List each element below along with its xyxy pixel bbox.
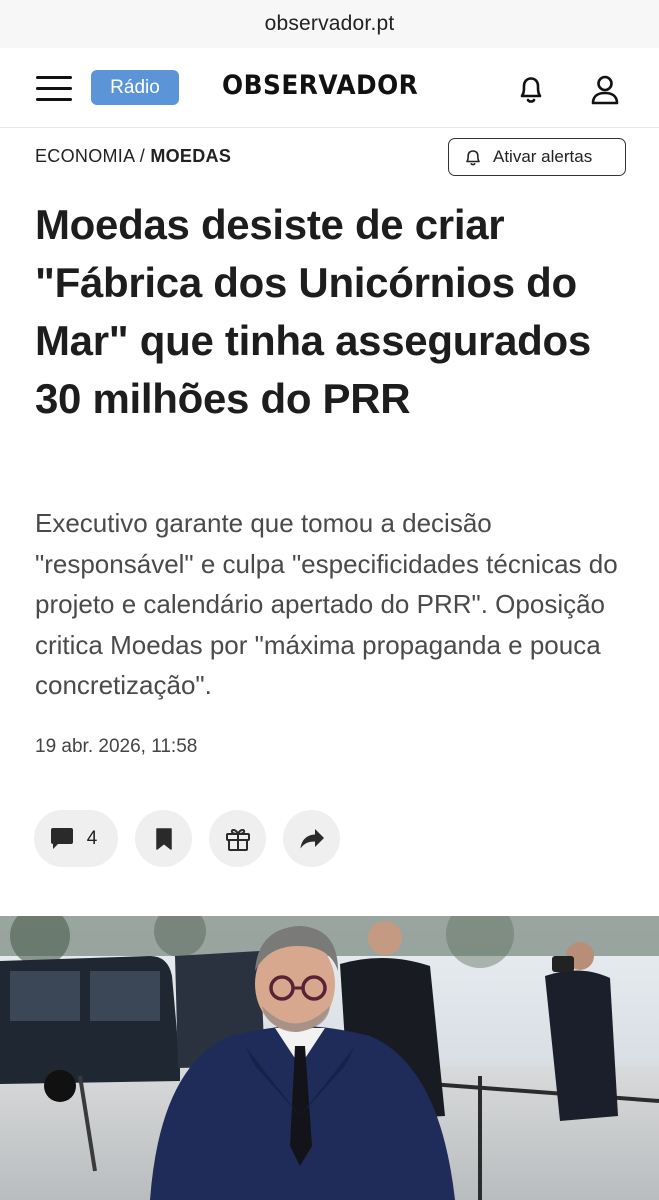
site-logo[interactable]: OBSERVADOR [222,70,418,101]
site-header: Rádio OBSERVADOR [0,48,659,128]
activate-alerts-label: Ativar alertas [493,147,593,166]
breadcrumb-section[interactable]: ECONOMIA [35,146,134,166]
comment-icon [50,827,73,849]
user-account-icon[interactable] [588,72,622,106]
bell-icon [466,150,480,166]
address-bar[interactable]: observador.pt [0,0,659,48]
comments-button[interactable]: 4 [34,810,118,867]
bookmark-icon [155,827,172,850]
menu-icon[interactable] [36,76,72,102]
hero-photo-illustration [0,916,659,1200]
article-actions: 4 [34,810,357,867]
activate-alerts-button[interactable]: Ativar alertas [448,138,626,176]
gift-article-button[interactable] [209,810,266,867]
article-hero-photo [0,916,659,1200]
breadcrumb: ECONOMIA / MOEDAS [35,146,231,167]
breadcrumb-separator: / [134,146,151,166]
share-button[interactable] [283,810,340,867]
publish-date: 19 abr. 2026, 11:58 [35,736,198,757]
notifications-bell-icon[interactable] [514,72,548,106]
breadcrumb-topic[interactable]: MOEDAS [150,146,231,166]
radio-button[interactable]: Rádio [91,70,179,105]
article-title: Moedas desiste de criar "Fábrica dos Uni… [35,201,591,422]
gift-icon [225,828,250,851]
article-lead: Executivo garante que tomou a decisão "r… [35,508,618,700]
comments-count: 4 [86,827,98,849]
url-text: observador.pt [264,12,395,35]
bookmark-button[interactable] [135,810,192,867]
share-icon [300,828,324,848]
